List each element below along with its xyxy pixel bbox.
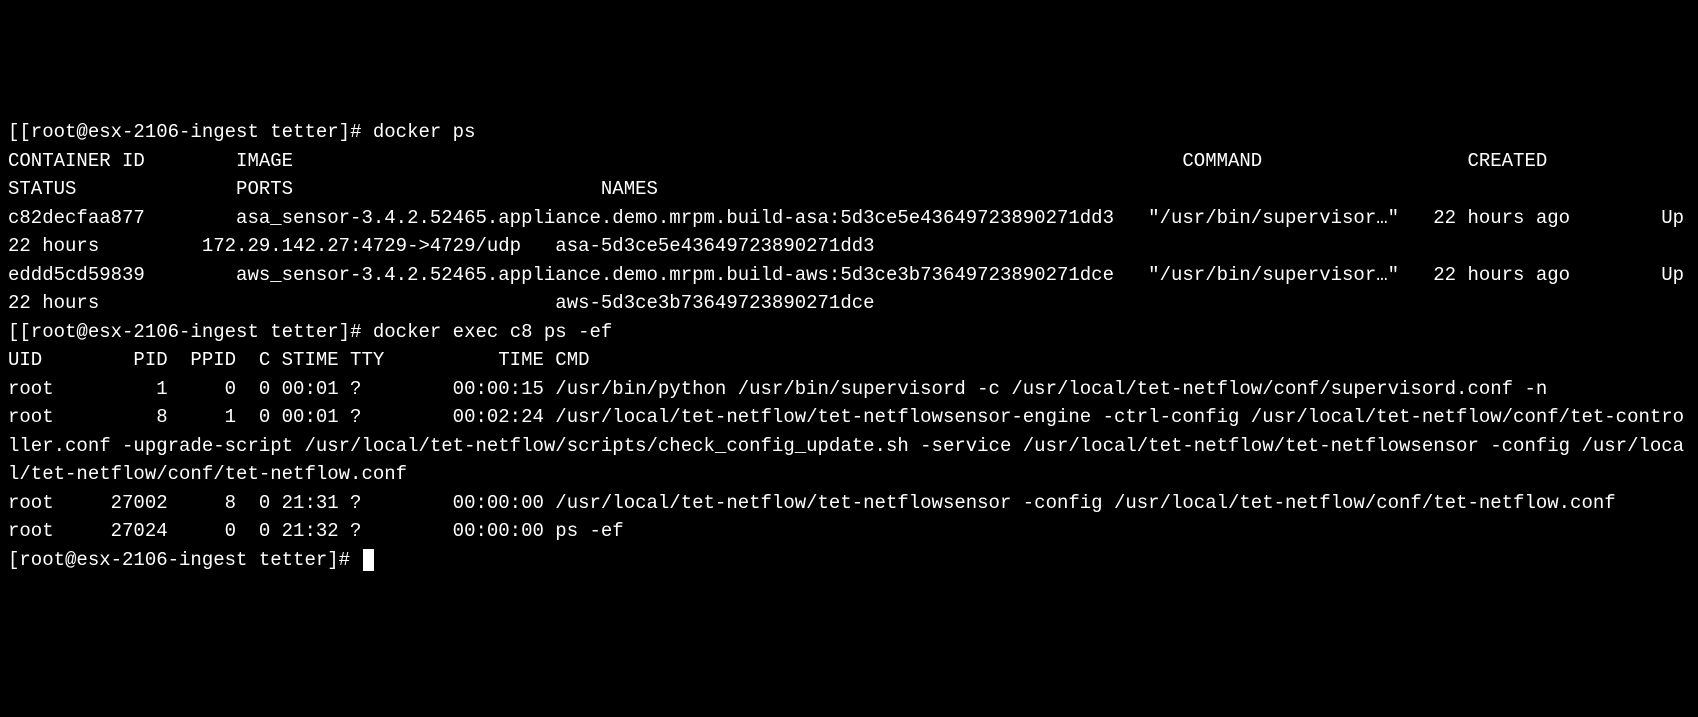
cursor-icon <box>363 549 374 571</box>
prompt-hash: # <box>339 549 350 571</box>
prompt-user-host: [root@esx-2106-ingest tetter] <box>19 321 350 343</box>
ps-row: root 1 0 0 00:01 ? 00:00:15 /usr/bin/pyt… <box>8 375 1690 404</box>
prompt-line-2: [[root@esx-2106-ingest tetter]# docker e… <box>8 318 1690 347</box>
docker-ps-row: c82decfaa877 asa_sensor-3.4.2.52465.appl… <box>8 204 1690 261</box>
docker-ps-row: eddd5cd59839 aws_sensor-3.4.2.52465.appl… <box>8 261 1690 318</box>
command-text: docker ps <box>361 121 475 143</box>
ps-row: root 27002 8 0 21:31 ? 00:00:00 /usr/loc… <box>8 489 1690 518</box>
prompt-user-host: [root@esx-2106-ingest tetter] <box>19 121 350 143</box>
prompt-user-host: [root@esx-2106-ingest tetter] <box>8 549 339 571</box>
prompt-line-3: [root@esx-2106-ingest tetter]# <box>8 546 1690 575</box>
prompt-hash: # <box>350 321 361 343</box>
terminal-output[interactable]: [[root@esx-2106-ingest tetter]# docker p… <box>8 118 1690 574</box>
prompt-bracket: [ <box>8 321 19 343</box>
ps-row: root 27024 0 0 21:32 ? 00:00:00 ps -ef <box>8 517 1690 546</box>
ps-row: root 8 1 0 00:01 ? 00:02:24 /usr/local/t… <box>8 403 1690 489</box>
docker-ps-header: CONTAINER ID IMAGE COMMAND CREATED STATU… <box>8 147 1690 204</box>
ps-header: UID PID PPID C STIME TTY TIME CMD <box>8 346 1690 375</box>
prompt-line-1: [[root@esx-2106-ingest tetter]# docker p… <box>8 118 1690 147</box>
prompt-hash: # <box>350 121 361 143</box>
prompt-bracket: [ <box>8 121 19 143</box>
command-text: docker exec c8 ps -ef <box>361 321 612 343</box>
